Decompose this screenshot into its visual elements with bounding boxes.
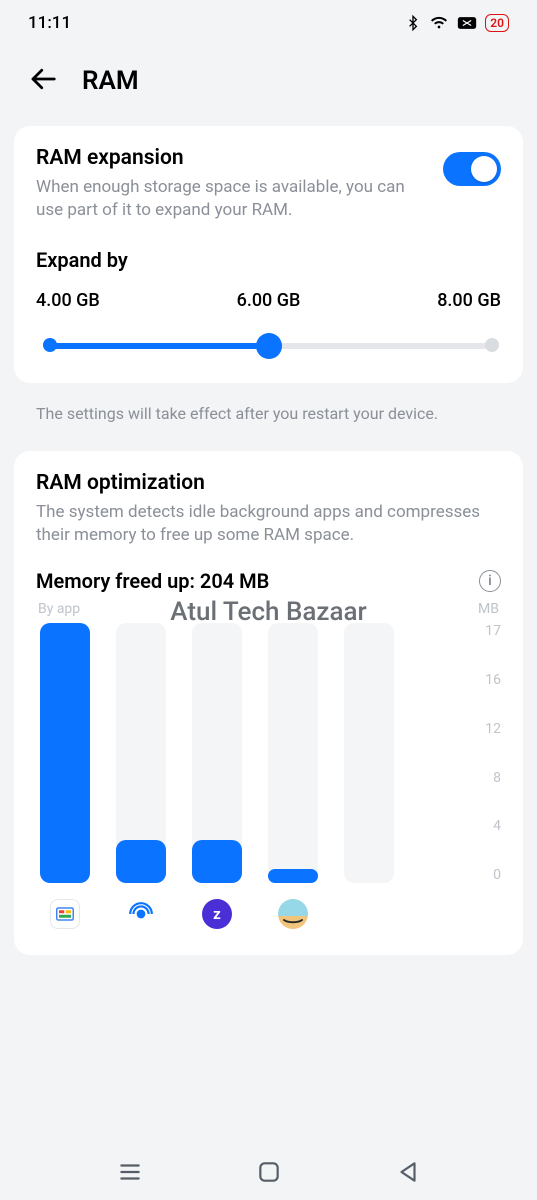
slider-thumb[interactable] xyxy=(256,333,282,359)
info-icon[interactable]: i xyxy=(479,570,501,592)
chart-bar[interactable] xyxy=(192,623,242,883)
chart-bar-ghost xyxy=(344,623,394,883)
nav-back-icon[interactable] xyxy=(395,1159,421,1185)
axis-left-label: By app xyxy=(38,601,80,617)
ram-expansion-title: RAM expansion xyxy=(36,146,427,170)
nav-recent-icon[interactable] xyxy=(117,1159,143,1185)
slider-dot-max xyxy=(485,338,499,352)
chart-ytick: 12 xyxy=(485,721,501,737)
memory-freed-label: Memory freed up: 204 MB xyxy=(36,569,269,593)
expand-by-labels: 4.00 GB 6.00 GB 8.00 GB xyxy=(36,290,501,311)
page-title: RAM xyxy=(82,66,139,96)
nav-home-icon[interactable] xyxy=(256,1159,282,1185)
toggle-knob xyxy=(471,156,497,182)
app-icon-googletv[interactable] xyxy=(40,899,90,929)
ram-expansion-card: RAM expansion When enough storage space … xyxy=(14,126,523,383)
chart-bar[interactable] xyxy=(40,623,90,883)
chart-bar-ghost xyxy=(268,623,318,883)
status-time: 11:11 xyxy=(28,13,71,33)
chart-ytick: 0 xyxy=(493,867,501,883)
status-bar: 11:11 20 xyxy=(0,0,537,46)
memory-chart: 17 16 12 8 4 0 xyxy=(36,623,501,883)
ram-optimization-title: RAM optimization xyxy=(36,471,501,495)
expand-by-slider[interactable] xyxy=(36,329,501,363)
chart-bar[interactable] xyxy=(344,623,394,883)
app-icon-zepto[interactable]: z xyxy=(192,899,242,929)
ram-expansion-desc: When enough storage space is available, … xyxy=(36,176,427,222)
chart-bar[interactable] xyxy=(268,623,318,883)
chart-ytick: 4 xyxy=(493,818,501,834)
slider-fill xyxy=(44,343,269,349)
wifi-icon xyxy=(429,15,449,31)
battery-indicator: 20 xyxy=(485,14,509,32)
app-icon-unknown[interactable] xyxy=(344,899,394,929)
chart-ytick: 16 xyxy=(485,672,501,688)
ram-optimization-desc: The system detects idle background apps … xyxy=(36,501,501,547)
app-icon-podcast[interactable] xyxy=(116,899,166,929)
system-navbar xyxy=(0,1144,537,1200)
ram-optimization-card: RAM optimization The system detects idle… xyxy=(14,451,523,955)
ram-expansion-toggle[interactable] xyxy=(443,152,501,186)
expand-option-1[interactable]: 6.00 GB xyxy=(237,290,301,311)
chart-bar-fill xyxy=(40,623,90,883)
restart-note: The settings will take effect after you … xyxy=(0,399,537,451)
chart-bar[interactable] xyxy=(116,623,166,883)
chart-bar-fill xyxy=(192,840,242,883)
chart-ytick: 17 xyxy=(485,623,501,639)
slider-dot-min xyxy=(43,338,57,352)
expand-option-2[interactable]: 8.00 GB xyxy=(437,290,501,311)
status-icons: 20 xyxy=(405,14,509,32)
page-header: RAM xyxy=(0,46,537,126)
do-not-disturb-icon xyxy=(457,15,477,31)
expand-option-0[interactable]: 4.00 GB xyxy=(36,290,100,311)
axis-right-label: MB xyxy=(478,601,499,617)
chart-ytick: 8 xyxy=(493,770,501,786)
chart-bar-fill xyxy=(268,869,318,883)
expand-by-title: Expand by xyxy=(36,248,501,272)
app-icon-amazon[interactable] xyxy=(268,899,318,929)
bluetooth-icon xyxy=(405,14,421,32)
back-icon[interactable] xyxy=(28,64,58,98)
chart-bar-fill xyxy=(116,840,166,883)
chart-app-icons-row: z xyxy=(36,899,501,929)
